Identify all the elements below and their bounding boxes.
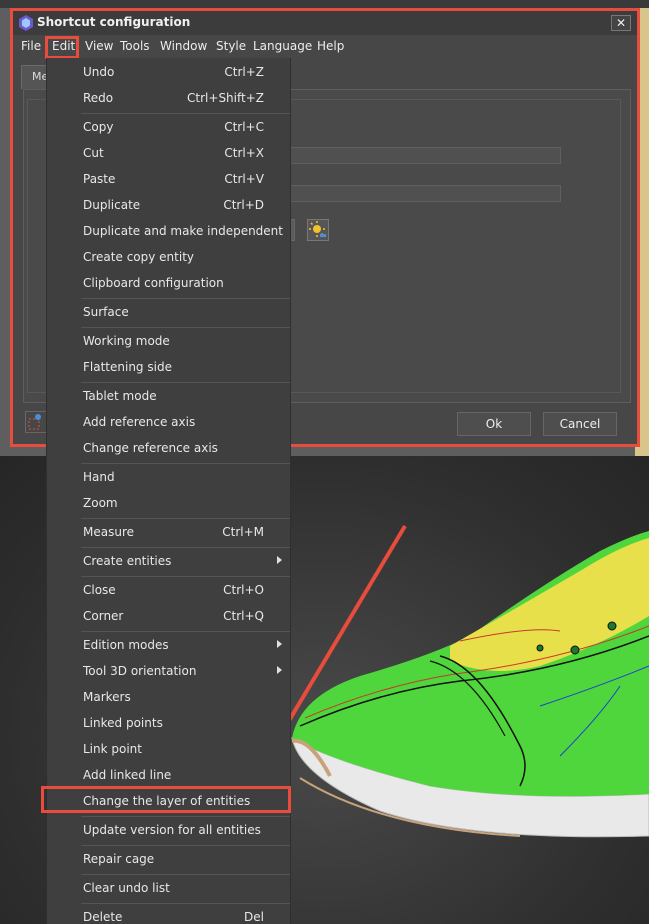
menu-language[interactable]: Language [253,39,312,53]
menu-item-label: Create copy entity [83,250,194,264]
menu-item-shortcut: Ctrl+X [224,146,264,160]
menu-item-corner[interactable]: Corner Ctrl+Q [47,603,292,629]
menu-style[interactable]: Style [216,39,246,53]
menu-item-clipboard-configuration[interactable]: Clipboard configuration [47,270,292,296]
menu-item-surface[interactable]: Surface [47,299,292,325]
menu-item-label: Cut [83,146,104,160]
menu-item-label: Edition modes [83,638,169,652]
menu-item-tool-3d-orientation[interactable]: Tool 3D orientation [47,658,292,684]
submenu-arrow-icon [277,666,282,674]
sun-icon-button[interactable] [307,219,329,241]
menu-item-measure[interactable]: Measure Ctrl+M [47,519,292,545]
edit-menu-highlight-box [45,36,79,59]
menu-item-add-linked-line[interactable]: Add linked line [47,762,292,788]
shortcut-field-1[interactable] [289,147,561,164]
change-layer-highlight-box [41,786,291,813]
menu-item-label: Paste [83,172,116,186]
menu-item-delete[interactable]: Delete Del [47,904,292,924]
menu-item-zoom[interactable]: Zoom [47,490,292,516]
menu-item-label: Markers [83,690,131,704]
menu-item-create-entities[interactable]: Create entities [47,548,292,574]
menu-item-duplicate-independent[interactable]: Duplicate and make independent [47,218,292,244]
menu-item-label: Copy [83,120,114,134]
menu-item-shortcut: Ctrl+Q [223,609,264,623]
dialog-title: Shortcut configuration [37,15,191,29]
menu-item-label: Add linked line [83,768,172,782]
menu-item-working-mode[interactable]: Working mode [47,328,292,354]
menu-item-label: Surface [83,305,129,319]
menu-item-label: Measure [83,525,134,539]
menu-item-shortcut: Del [244,910,264,924]
menu-item-label: Flattening side [83,360,172,374]
menu-item-label: Change reference axis [83,441,218,455]
selection-icon[interactable] [25,411,47,433]
menu-item-label: Link point [83,742,142,756]
menu-window[interactable]: Window [160,39,207,53]
menu-item-create-copy-entity[interactable]: Create copy entity [47,244,292,270]
menu-help[interactable]: Help [317,39,344,53]
menu-item-label: Zoom [83,496,118,510]
menu-item-shortcut: Ctrl+Shift+Z [187,91,264,105]
menu-item-clear-undo-list[interactable]: Clear undo list [47,875,292,901]
menu-item-label: Hand [83,470,115,484]
sun-icon [309,221,326,237]
menu-item-copy[interactable]: Copy Ctrl+C [47,114,292,140]
menu-item-shortcut: Ctrl+Z [224,65,264,79]
menu-item-label: Clear undo list [83,881,170,895]
menu-item-label: Clipboard configuration [83,276,224,290]
menubar: File Edit View Tools Window Style Langua… [13,36,637,59]
cancel-button[interactable]: Cancel [543,412,617,436]
menu-item-label: Duplicate [83,198,141,212]
menu-item-label: Working mode [83,334,170,348]
menu-item-shortcut: Ctrl+D [223,198,264,212]
menu-item-link-point[interactable]: Link point [47,736,292,762]
menu-item-hand[interactable]: Hand [47,464,292,490]
menu-item-label: Add reference axis [83,415,196,429]
menu-item-undo[interactable]: Undo Ctrl+Z [47,59,292,85]
menu-item-shortcut: Ctrl+O [223,583,264,597]
menu-item-close[interactable]: Close Ctrl+O [47,577,292,603]
menu-item-paste[interactable]: Paste Ctrl+V [47,166,292,192]
menu-item-repair-cage[interactable]: Repair cage [47,846,292,872]
selection-icon-glyph [28,414,41,430]
menu-item-label: Tablet mode [83,389,157,403]
menu-item-add-reference-axis[interactable]: Add reference axis [47,409,292,435]
background-toolbar-strip [0,0,649,8]
submenu-arrow-icon [277,556,282,564]
menu-item-tablet-mode[interactable]: Tablet mode [47,383,292,409]
menu-tools[interactable]: Tools [120,39,150,53]
menu-item-label: Delete [83,910,123,924]
menu-item-redo[interactable]: Redo Ctrl+Shift+Z [47,85,292,111]
app-logo-icon [19,15,33,31]
menu-item-label: Duplicate and make independent [83,224,283,238]
menu-item-label: Linked points [83,716,163,730]
dialog-titlebar[interactable]: Shortcut configuration ✕ [13,11,637,35]
menu-item-flattening-side[interactable]: Flattening side [47,354,292,380]
menu-item-shortcut: Ctrl+V [224,172,264,186]
menu-item-cut[interactable]: Cut Ctrl+X [47,140,292,166]
menu-item-label: Update version for all entities [83,823,261,837]
menu-item-markers[interactable]: Markers [47,684,292,710]
close-button[interactable]: ✕ [611,15,631,31]
menu-file[interactable]: File [21,39,41,53]
menu-item-label: Redo [83,91,114,105]
menu-item-label: Corner [83,609,124,623]
ok-button[interactable]: Ok [457,412,531,436]
menu-item-shortcut: Ctrl+M [222,525,264,539]
menu-item-duplicate[interactable]: Duplicate Ctrl+D [47,192,292,218]
shortcut-field-2[interactable] [289,185,561,202]
menu-item-label: Create entities [83,554,172,568]
menu-item-label: Tool 3D orientation [83,664,197,678]
menu-item-linked-points[interactable]: Linked points [47,710,292,736]
menu-item-edition-modes[interactable]: Edition modes [47,632,292,658]
menu-item-change-reference-axis[interactable]: Change reference axis [47,435,292,461]
menu-view[interactable]: View [85,39,113,53]
menu-item-label: Close [83,583,116,597]
menu-item-update-version[interactable]: Update version for all entities [47,817,292,843]
menu-item-shortcut: Ctrl+C [224,120,264,134]
menu-item-label: Repair cage [83,852,155,866]
submenu-arrow-icon [277,640,282,648]
menu-item-label: Undo [83,65,115,79]
